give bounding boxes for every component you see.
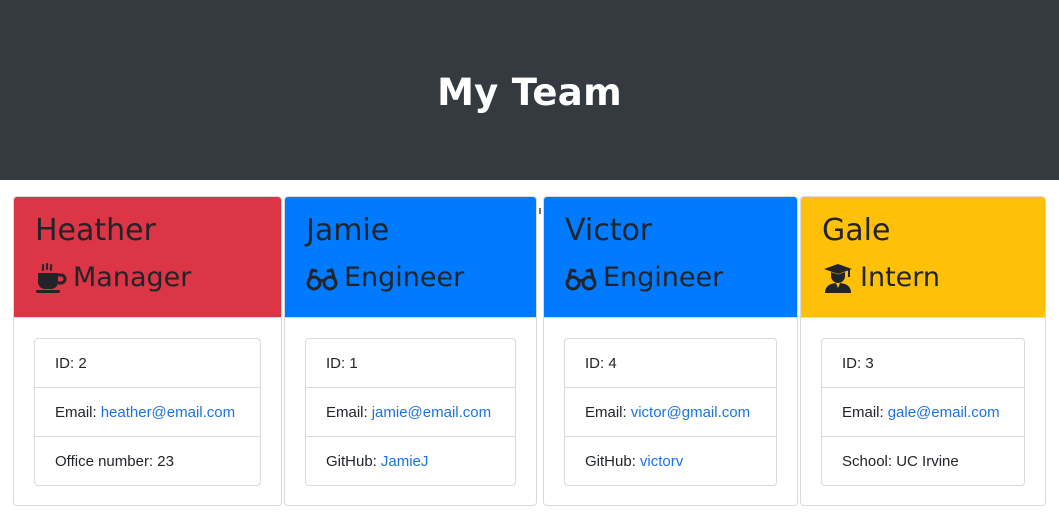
list-item-email: Email: heather@email.com [35, 388, 260, 437]
list-item-github: GitHub: victorv [565, 437, 776, 485]
card-header: Victor Engineer [544, 197, 797, 318]
email-label: Email: [585, 403, 627, 421]
employee-name: Victor [565, 213, 653, 248]
email-label: Email: [55, 403, 97, 421]
email-link[interactable]: victor@gmail.com [631, 404, 750, 421]
list-item-id: ID: 4 [565, 339, 776, 388]
list-item-id: ID: 1 [306, 339, 515, 388]
list-item-github: GitHub: JamieJ [306, 437, 515, 485]
email-link[interactable]: gale@email.com [888, 404, 1000, 421]
info-list: ID: 2 Email: heather@email.com Office nu… [34, 338, 261, 486]
card-header: Jamie Engineer [285, 197, 536, 318]
employee-role-label: Intern [860, 262, 941, 293]
employee-name: Jamie [306, 213, 390, 248]
page-header: My Team [0, 0, 1059, 180]
employee-role: Intern [822, 258, 1045, 298]
employee-role: Engineer [565, 258, 797, 298]
employee-card-victor: Victor Engineer ID: 4 Email: victor@gmai… [543, 196, 798, 506]
email-link[interactable]: heather@email.com [101, 404, 235, 421]
employee-card-heather: Heather Manager ID: 2 Email: heather@ema… [13, 196, 282, 506]
github-link[interactable]: victorv [640, 453, 683, 470]
graduate-icon [822, 262, 854, 294]
employee-role-label: Engineer [344, 262, 465, 293]
github-label: GitHub: [585, 452, 636, 470]
glasses-icon [565, 262, 597, 294]
divider-mark [539, 208, 541, 214]
list-item-office: Office number: 23 [55, 452, 174, 470]
info-list: ID: 1 Email: jamie@email.com GitHub: Jam… [305, 338, 516, 486]
email-label: Email: [842, 403, 884, 421]
page-title: My Team [437, 70, 622, 114]
list-item-id: ID: 3 [822, 339, 1024, 388]
email-link[interactable]: jamie@email.com [372, 404, 491, 421]
list-item-email: Email: jamie@email.com [306, 388, 515, 437]
list-item-email: Email: victor@gmail.com [565, 388, 776, 437]
card-header: Heather Manager [14, 197, 281, 318]
list-item-email: Email: gale@email.com [822, 388, 1024, 437]
list-item-school: School: UC Irvine [842, 452, 959, 470]
employee-role-label: Manager [73, 262, 192, 293]
employee-role: Manager [35, 258, 281, 298]
employee-name: Gale [822, 213, 891, 248]
employee-role: Engineer [306, 258, 536, 298]
github-link[interactable]: JamieJ [381, 453, 429, 470]
card-header: Gale Intern [801, 197, 1045, 318]
email-label: Email: [326, 403, 368, 421]
employee-name: Heather [35, 213, 156, 248]
employee-role-label: Engineer [603, 262, 724, 293]
info-list: ID: 3 Email: gale@email.com School: UC I… [821, 338, 1025, 486]
github-label: GitHub: [326, 452, 377, 470]
glasses-icon [306, 262, 338, 294]
coffee-icon [35, 262, 67, 294]
list-item-id: ID: 2 [35, 339, 260, 388]
employee-card-gale: Gale Intern ID: 3 Email: gale@email.com … [800, 196, 1046, 506]
info-list: ID: 4 Email: victor@gmail.com GitHub: vi… [564, 338, 777, 486]
employee-card-jamie: Jamie Engineer ID: 1 Email: jamie@email.… [284, 196, 537, 506]
